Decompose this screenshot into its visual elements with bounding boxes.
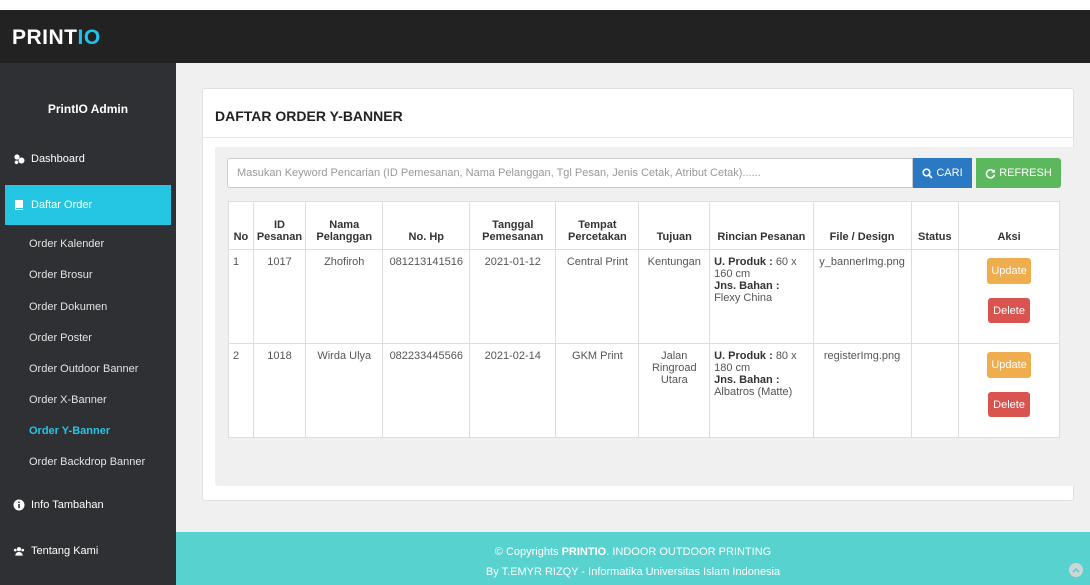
sidebar-item-order-y-banner[interactable]: Order Y-Banner xyxy=(0,421,176,441)
footer-credit: By T.EMYR RIZQY - Informatika Universita… xyxy=(485,566,781,578)
sidebar-item-order-backdrop-banner[interactable]: Order Backdrop Banner xyxy=(0,452,176,472)
cell-status xyxy=(910,343,960,438)
cell-no: 2 xyxy=(228,343,254,438)
cell-file: registerImg.png xyxy=(812,343,912,438)
col-header: Tanggal Pemesanan xyxy=(469,201,557,250)
sidebar-item-order-poster[interactable]: Order Poster xyxy=(0,328,176,348)
cell-hp: 081213141516 xyxy=(382,249,471,344)
refresh-button-label: REFRESH xyxy=(999,167,1052,179)
col-header: ID Pesanan xyxy=(252,201,307,250)
cell-id: 1018 xyxy=(252,343,307,438)
cell-rincian: U. Produk : 80 x 180 cm Jns. Bahan : Albat… xyxy=(709,343,814,438)
cell-nama: Zhofiroh xyxy=(305,249,384,344)
cell-tanggal: 2021-01-12 xyxy=(469,249,557,344)
update-button[interactable]: Update xyxy=(987,258,1032,284)
sidebar-item-order-brosur[interactable]: Order Brosur xyxy=(0,265,176,285)
orders-table: No ID Pesanan Nama Pelanggan No. Hp Tang… xyxy=(228,201,1060,438)
col-header: No. Hp xyxy=(382,201,471,250)
cell-nama: Wirda Ulya xyxy=(305,343,384,438)
cell-tanggal: 2021-02-14 xyxy=(469,343,557,438)
refresh-icon xyxy=(985,168,996,179)
scroll-top-button[interactable] xyxy=(1069,563,1083,577)
col-header: Rincian Pesanan xyxy=(709,201,814,250)
page-title: DAFTAR ORDER Y-BANNER xyxy=(215,108,403,124)
search-button-label: CARI xyxy=(936,167,963,179)
search-button[interactable]: CARI xyxy=(913,158,972,188)
table-header-row: No ID Pesanan Nama Pelanggan No. Hp Tang… xyxy=(228,201,1060,250)
cell-tujuan: Jalan Ringroad Utara xyxy=(638,343,711,438)
sidebar-item-label: Tentang Kami xyxy=(31,545,99,557)
cell-hp: 082233445566 xyxy=(382,343,471,438)
col-header: No xyxy=(228,201,254,250)
cell-aksi: Update Delete xyxy=(958,343,1060,438)
footer-brand: PRINTIO xyxy=(561,546,607,558)
info-icon xyxy=(13,499,25,511)
delete-button[interactable]: Delete xyxy=(988,298,1031,323)
navbar: PRINTIO xyxy=(0,10,1090,63)
bahan-value: Flexy China xyxy=(714,292,773,304)
sidebar-item-label: Dashboard xyxy=(31,153,85,165)
bahan-label: Jns. Bahan : xyxy=(714,374,780,386)
bahan-label: Jns. Bahan : xyxy=(714,280,780,292)
book-icon xyxy=(13,199,25,211)
brand-logo[interactable]: PRINTIO xyxy=(12,26,101,50)
chevron-up-icon xyxy=(1072,567,1080,573)
sidebar-item-order-dokumen[interactable]: Order Dokumen xyxy=(0,297,176,317)
order-panel: DAFTAR ORDER Y-BANNER CARI REFRESH No ID… xyxy=(202,88,1075,501)
main-content: DAFTAR ORDER Y-BANNER CARI REFRESH No ID… xyxy=(176,63,1090,532)
sidebar-item-order-outdoor-banner[interactable]: Order Outdoor Banner xyxy=(0,359,176,379)
cell-id: 1017 xyxy=(252,249,307,344)
admin-name: PrintIO Admin xyxy=(47,102,129,116)
produk-label: U. Produk : xyxy=(714,350,773,362)
col-header: Tempat Percetakan xyxy=(555,201,640,250)
table-well: CARI REFRESH No ID Pesanan Nama Pelangga… xyxy=(215,147,1075,486)
sidebar-item-daftar-order[interactable]: Daftar Order xyxy=(5,185,171,225)
sidebar-item-label: Daftar Order xyxy=(31,199,93,211)
col-header: Nama Pelanggan xyxy=(305,201,384,250)
sidebar: PrintIO Admin Dashboard Daftar Order Ord… xyxy=(0,63,176,585)
sidebar-item-order-x-banner[interactable]: Order X-Banner xyxy=(0,390,176,410)
sidebar-item-label: Info Tambahan xyxy=(31,499,104,511)
sidebar-item-dashboard[interactable]: Dashboard xyxy=(0,142,176,176)
search-input[interactable] xyxy=(227,158,913,188)
bahan-value: Albatros (Matte) xyxy=(714,386,793,398)
footer: © Copyrights PRINTIO. INDOOR OUTDOOR PRI… xyxy=(176,532,1090,585)
sidebar-item-info-tambahan[interactable]: Info Tambahan xyxy=(0,488,176,522)
table-row: 1 1017 Zhofiroh 081213141516 2021-01-12 … xyxy=(228,249,1060,344)
delete-button[interactable]: Delete xyxy=(988,392,1031,417)
cell-no: 1 xyxy=(228,249,254,344)
divider xyxy=(203,137,1073,138)
users-icon xyxy=(13,545,25,557)
dashboard-icon xyxy=(13,153,25,165)
cell-status xyxy=(910,249,960,344)
cell-rincian: U. Produk : 60 x 160 cm Jns. Bahan : Flexy… xyxy=(709,249,814,344)
cell-tujuan: Kentungan xyxy=(638,249,711,344)
col-header: File / Design xyxy=(812,201,912,250)
search-icon xyxy=(922,167,933,179)
col-header: Status xyxy=(910,201,960,250)
cell-tempat: Central Print xyxy=(555,249,640,344)
top-strip xyxy=(0,0,1090,10)
col-header: Tujuan xyxy=(638,201,711,250)
update-button[interactable]: Update xyxy=(987,352,1032,378)
produk-label: U. Produk : xyxy=(714,256,773,268)
footer-copyright: © Copyrights PRINTIO. INDOOR OUTDOOR PRI… xyxy=(494,546,772,558)
cell-tempat: GKM Print xyxy=(555,343,640,438)
sidebar-item-tentang-kami[interactable]: Tentang Kami xyxy=(0,534,176,568)
sidebar-item-order-kalender[interactable]: Order Kalender xyxy=(0,234,176,254)
refresh-button[interactable]: REFRESH xyxy=(976,158,1061,188)
table-row: 2 1018 Wirda Ulya 082233445566 2021-02-1… xyxy=(228,343,1060,438)
col-header: Aksi xyxy=(958,201,1060,250)
cell-file: y_bannerImg.png xyxy=(812,249,912,344)
cell-aksi: Update Delete xyxy=(958,249,1060,344)
